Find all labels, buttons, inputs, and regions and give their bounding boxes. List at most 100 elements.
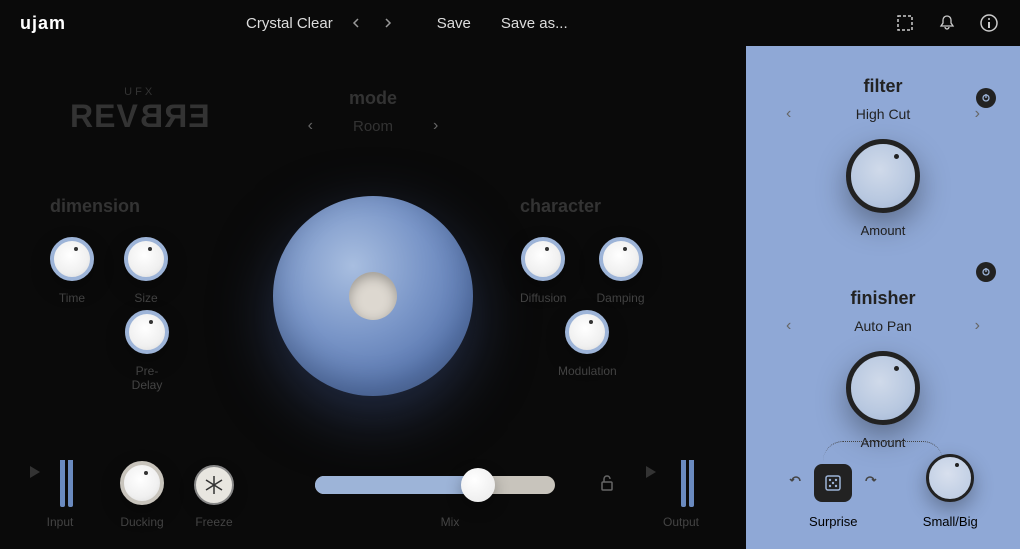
dimension-title: dimension: [50, 196, 168, 217]
finisher-value[interactable]: Auto Pan: [854, 318, 912, 334]
diffusion-label: Diffusion: [520, 291, 566, 305]
redo-icon[interactable]: [862, 473, 878, 494]
filter-amount-label: Amount: [766, 223, 1000, 238]
right-panel: filter ‹ High Cut › Amount finisher ‹ Au…: [746, 46, 1020, 549]
mode-selector: ‹ Room ›: [308, 117, 439, 135]
ducking-section: Ducking: [120, 461, 164, 529]
predelay-knob-item: Pre-Delay: [125, 310, 169, 392]
input-section: Input: [30, 429, 90, 529]
preset-prev-icon[interactable]: [347, 14, 365, 32]
surprise-label: Surprise: [788, 514, 878, 529]
preset-name[interactable]: Crystal Clear: [246, 15, 333, 32]
surprise-buttons: [788, 464, 878, 502]
time-label: Time: [50, 291, 94, 305]
save-area: Save Save as...: [437, 15, 568, 32]
filter-section: filter ‹ High Cut › Amount: [746, 46, 1020, 268]
predelay-label: Pre-Delay: [125, 364, 169, 392]
predelay-knob[interactable]: [125, 310, 169, 354]
finisher-power-button[interactable]: [976, 262, 996, 282]
smallbig-section: Small/Big: [923, 454, 978, 529]
fullscreen-icon[interactable]: [894, 12, 916, 34]
freeze-button[interactable]: [194, 465, 234, 505]
filter-prev-icon[interactable]: ‹: [786, 105, 791, 123]
mode-section: mode ‹ Room ›: [308, 88, 439, 135]
mix-fill: [315, 476, 483, 494]
modulation-knob-item: Modulation: [558, 310, 617, 378]
main-knob[interactable]: [273, 196, 473, 396]
product-sub: UFX: [70, 86, 209, 98]
finisher-title: finisher: [766, 288, 1000, 309]
mode-value[interactable]: Room: [353, 118, 393, 135]
preset-next-icon[interactable]: [379, 14, 397, 32]
mix-slider[interactable]: [315, 465, 555, 505]
smallbig-label: Small/Big: [923, 514, 978, 529]
finisher-amount-knob[interactable]: [846, 351, 920, 425]
dice-icon: [823, 473, 843, 493]
input-play-icon[interactable]: [30, 466, 40, 478]
filter-power-button[interactable]: [976, 88, 996, 108]
mode-prev-icon[interactable]: ‹: [308, 117, 313, 135]
dimension-knobs: Time Size: [50, 237, 168, 305]
size-knob[interactable]: [124, 237, 168, 281]
time-knob-item: Time: [50, 237, 94, 305]
character-title: character: [520, 196, 645, 217]
filter-value[interactable]: High Cut: [856, 106, 910, 122]
save-as-button[interactable]: Save as...: [501, 15, 568, 32]
finisher-next-icon[interactable]: ›: [975, 317, 980, 335]
filter-amount-knob[interactable]: [846, 139, 920, 213]
freeze-section: Freeze: [194, 465, 234, 529]
output-section: Output: [646, 429, 716, 529]
damping-knob-item: Damping: [596, 237, 644, 305]
ducking-knob[interactable]: [120, 461, 164, 505]
freeze-label: Freeze: [194, 515, 234, 529]
filter-title: filter: [766, 76, 1000, 97]
left-panel: UFX REVERB mode ‹ Room › dimension Time: [0, 46, 746, 549]
mix-thumb[interactable]: [461, 468, 495, 502]
output-meter: [681, 429, 695, 507]
filter-next-icon[interactable]: ›: [975, 105, 980, 123]
size-label: Size: [124, 291, 168, 305]
modulation-label: Modulation: [558, 364, 617, 378]
save-button[interactable]: Save: [437, 15, 471, 32]
time-knob[interactable]: [50, 237, 94, 281]
surprise-controls: Surprise: [788, 464, 878, 529]
smallbig-knob[interactable]: [926, 454, 974, 502]
product-logo: UFX REVERB: [70, 86, 209, 135]
ducking-label: Ducking: [120, 515, 164, 529]
snowflake-icon: [203, 474, 225, 496]
undo-icon[interactable]: [788, 473, 804, 494]
header-right-icons: [894, 12, 1000, 34]
surprise-row: Surprise Small/Big: [746, 454, 1020, 529]
damping-knob[interactable]: [599, 237, 643, 281]
unlock-icon[interactable]: [598, 474, 616, 497]
top-bar: ujam Crystal Clear Save Save as...: [0, 0, 1020, 46]
brand-logo: ujam: [20, 13, 66, 34]
main-knob-center: [349, 272, 397, 320]
character-section: character Diffusion Damping Modulation: [520, 196, 645, 305]
main-area: UFX REVERB mode ‹ Room › dimension Time: [0, 46, 1020, 549]
modulation-knob[interactable]: [565, 310, 609, 354]
finisher-prev-icon[interactable]: ‹: [786, 317, 791, 335]
product-main: REVERB: [70, 98, 209, 135]
output-label: Output: [646, 515, 716, 529]
surprise-dice-button[interactable]: [814, 464, 852, 502]
diffusion-knob[interactable]: [521, 237, 565, 281]
output-play-icon[interactable]: [646, 466, 656, 478]
mode-title: mode: [308, 88, 439, 109]
mix-section: Mix: [284, 465, 616, 529]
character-knobs: Diffusion Damping: [520, 237, 645, 305]
input-meter: [60, 429, 74, 507]
dimension-section: dimension Time Size Pre-Delay: [50, 196, 168, 305]
preset-area: Crystal Clear: [246, 14, 397, 32]
damping-label: Damping: [596, 291, 644, 305]
mix-label: Mix: [284, 515, 616, 529]
mode-next-icon[interactable]: ›: [433, 117, 438, 135]
diffusion-knob-item: Diffusion: [520, 237, 566, 305]
filter-selector: ‹ High Cut ›: [766, 105, 1000, 123]
finisher-selector: ‹ Auto Pan ›: [766, 317, 1000, 335]
info-icon[interactable]: [978, 12, 1000, 34]
input-label: Input: [30, 515, 90, 529]
bottom-row: Input Ducking Freeze: [0, 429, 746, 529]
size-knob-item: Size: [124, 237, 168, 305]
bell-icon[interactable]: [936, 12, 958, 34]
